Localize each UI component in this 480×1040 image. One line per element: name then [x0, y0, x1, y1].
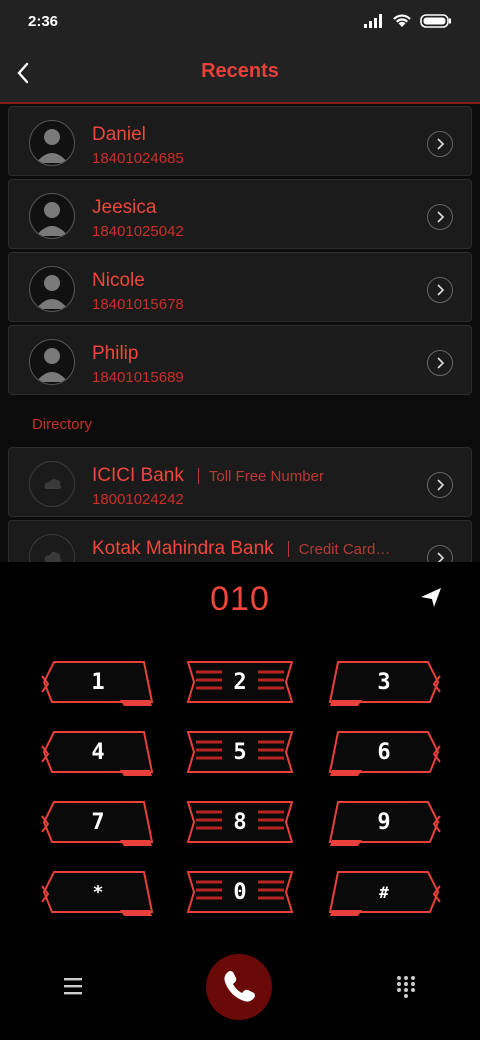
avatar [29, 461, 75, 507]
dial-key-1[interactable]: 1 [40, 658, 156, 710]
avatar [29, 339, 75, 385]
contact-number: 18401015689 [92, 369, 184, 386]
dial-key-0[interactable]: 0 [182, 868, 298, 920]
dial-key-9[interactable]: 9 [326, 798, 442, 850]
key-label: 2 [233, 670, 247, 695]
contact-name: Nicole [92, 270, 145, 291]
avatar [29, 193, 75, 239]
directory-heading: Directory [32, 416, 93, 433]
chevron-right-icon[interactable] [427, 545, 453, 562]
status-bar: 2:36 [0, 0, 480, 44]
directory-tag: Toll Free Number [208, 468, 324, 485]
avatar [29, 534, 75, 562]
recent-contact[interactable]: Daniel 18401024685 [8, 106, 472, 176]
contact-name: Philip [92, 343, 139, 364]
key-label: 5 [233, 740, 247, 765]
dial-key-hash[interactable]: # [326, 868, 442, 920]
recent-contact[interactable]: Philip 18401015689 [8, 325, 472, 395]
page-title: Recents [201, 60, 279, 82]
key-label: 4 [91, 740, 105, 765]
key-label: 7 [91, 810, 105, 835]
dialpad-icon[interactable] [394, 974, 418, 998]
dial-key-5[interactable]: 5 [182, 728, 298, 780]
battery-icon [420, 13, 451, 28]
key-label: 8 [233, 810, 247, 835]
contact-name: Daniel [92, 124, 146, 145]
directory-name: Kotak Mahindra Bank [92, 538, 274, 559]
key-label: 3 [377, 670, 391, 695]
chevron-right-icon[interactable] [427, 350, 453, 376]
contact-number: 18401024685 [92, 150, 184, 167]
signal-icon [364, 13, 382, 28]
menu-icon[interactable] [60, 974, 88, 998]
recent-contact[interactable]: Nicole 18401015678 [8, 252, 472, 322]
key-label: # [379, 883, 389, 902]
key-label: * [92, 882, 104, 903]
call-button[interactable] [206, 954, 272, 1020]
dial-key-star[interactable]: * [40, 868, 156, 920]
contact-number: 18401025042 [92, 223, 184, 240]
dial-key-6[interactable]: 6 [326, 728, 442, 780]
wifi-icon [393, 14, 411, 27]
directory-name: ICICI Bank [92, 465, 184, 486]
contact-number: 18401015678 [92, 296, 184, 313]
cloud-icon [44, 551, 62, 562]
person-icon [36, 202, 68, 236]
avatar [29, 120, 75, 166]
divider [197, 467, 199, 484]
dial-key-2[interactable]: 2 [182, 658, 298, 710]
recent-contact[interactable]: Jeesica 18401025042 [8, 179, 472, 249]
app-bar: Recents [0, 44, 480, 104]
divider [287, 540, 289, 557]
contact-name: Jeesica [92, 197, 157, 218]
phone-icon [224, 971, 255, 1002]
dial-key-8[interactable]: 8 [182, 798, 298, 850]
key-label: 1 [91, 670, 105, 695]
person-icon [36, 275, 68, 309]
chevron-right-icon[interactable] [427, 472, 453, 498]
directory-number: 18001024242 [92, 491, 184, 508]
status-time: 2:36 [28, 13, 59, 30]
person-icon [36, 129, 68, 163]
cloud-icon [44, 478, 62, 489]
dial-key-4[interactable]: 4 [40, 728, 156, 780]
person-icon [36, 348, 68, 382]
key-label: 0 [233, 880, 247, 905]
dial-key-3[interactable]: 3 [326, 658, 442, 710]
directory-name-line: Kotak Mahindra Bank Credit Card… [92, 538, 390, 560]
directory-name-line: ICICI Bank Toll Free Number [92, 465, 324, 487]
dial-key-7[interactable]: 7 [40, 798, 156, 850]
dial-input[interactable]: 010 [0, 580, 480, 619]
directory-tag: Credit Card… [298, 541, 391, 558]
directory-item[interactable]: ICICI Bank Toll Free Number 18001024242 [8, 447, 472, 517]
key-label: 6 [377, 740, 391, 765]
directory-item[interactable]: Kotak Mahindra Bank Credit Card… [8, 520, 472, 562]
send-icon[interactable] [420, 586, 442, 608]
key-label: 9 [377, 810, 391, 835]
avatar [29, 266, 75, 312]
dialer-panel: 010 1 2 3 4 5 6 7 8 9 * 0 # [0, 562, 480, 1040]
recents-list[interactable]: Daniel 18401024685 Jeesica 18401025042 N… [0, 104, 480, 562]
chevron-right-icon[interactable] [427, 131, 453, 157]
chevron-right-icon[interactable] [427, 204, 453, 230]
chevron-right-icon[interactable] [427, 277, 453, 303]
status-icons [364, 13, 452, 28]
